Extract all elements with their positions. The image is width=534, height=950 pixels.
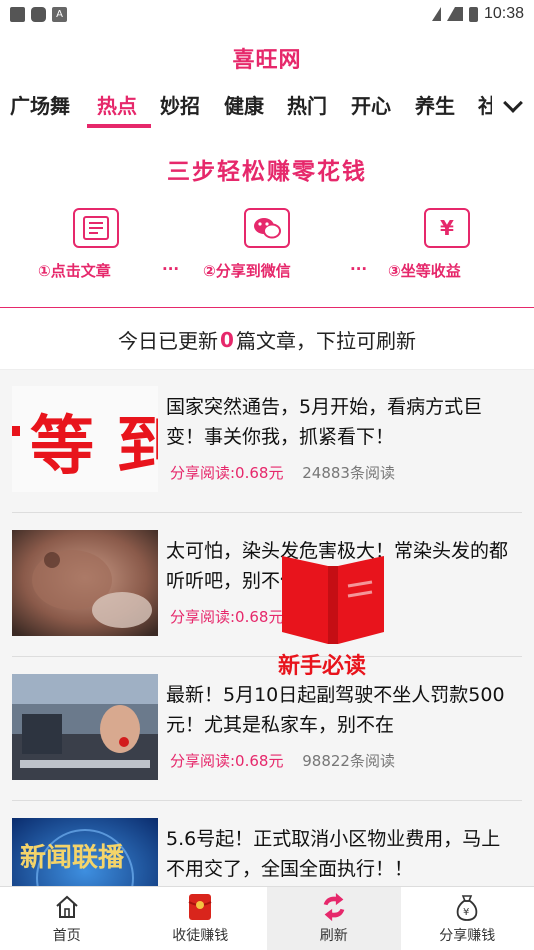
thumbnail-text: 等 到 — [30, 410, 158, 484]
divider — [12, 512, 522, 513]
nav-home[interactable]: 首页 — [0, 887, 134, 950]
article-icon — [73, 208, 119, 248]
tab-miaozhao[interactable]: 妙招 — [160, 90, 200, 119]
svg-text:¥: ¥ — [463, 907, 469, 918]
yuan-icon: ¥ — [424, 208, 470, 248]
battery-icon — [468, 6, 478, 22]
article-thumbnail — [12, 674, 158, 780]
notification-icons: A — [10, 6, 67, 22]
tab-partial[interactable]: 社 — [478, 90, 492, 119]
wifi-icon — [431, 7, 441, 21]
article-title[interactable]: 国家突然通告，5月开始，看病方式巨变！事关你我，抓紧看下！ — [166, 392, 516, 452]
article-item[interactable]: 新闻联播 5.6号起！正式取消小区物业费用，马上不用交了，全国全面执行！！ — [12, 802, 522, 886]
article-thumbnail: 新闻联播 — [12, 818, 158, 886]
article-title[interactable]: 最新！5月10日起副驾驶不坐人罚款500元！尤其是私家车，别不在 — [166, 680, 516, 740]
article-thumbnail: 等 到 — [12, 386, 158, 492]
update-notice: 今日已更新 0 篇文章，下拉可刷新 — [0, 310, 534, 370]
tab-yangsheng[interactable]: 养生 — [415, 90, 455, 119]
signal-icon — [446, 7, 463, 21]
newbie-guide-badge[interactable]: 新手必读 — [268, 548, 398, 679]
home-icon — [52, 892, 82, 922]
status-bar: A 10:38 — [0, 0, 534, 28]
app-notification-icon — [31, 6, 46, 22]
step-separator: ··· — [350, 260, 368, 278]
article-meta: 分享阅读:0.68元 98822条阅读 — [170, 750, 395, 771]
money-bag-icon: ¥ — [452, 892, 482, 922]
nav-share-earn[interactable]: ¥ 分享赚钱 — [401, 887, 534, 950]
chevron-down-icon[interactable] — [503, 93, 523, 113]
step-2-label: ②分享到微信 — [203, 262, 291, 280]
update-prefix: 今日已更新 — [118, 329, 219, 353]
divider — [12, 800, 522, 801]
nav-home-label: 首页 — [52, 928, 81, 944]
article-thumbnail — [12, 530, 158, 636]
briefcase-icon — [10, 6, 25, 22]
update-count: 0 — [220, 327, 234, 352]
divider — [12, 656, 522, 657]
newbie-guide-label: 新手必读 — [278, 654, 367, 679]
banner-title: 三步轻松赚零花钱 — [167, 159, 367, 185]
nav-refresh[interactable]: 刷新 — [267, 887, 401, 950]
earn-steps-banner[interactable]: 三步轻松赚零花钱 ¥ ①点击文章 ··· ②分享到微信 ··· ③坐等收益 — [0, 140, 534, 308]
article-title[interactable]: 5.6号起！正式取消小区物业费用，马上不用交了，全国全面执行！！ — [166, 824, 516, 884]
app-title: 喜旺网 — [232, 48, 302, 73]
share-reward: 分享阅读:0.68元 — [170, 608, 284, 626]
step-1-label: ①点击文章 — [38, 262, 111, 280]
article-feed[interactable]: 等 到 国家突然通告，5月开始，看病方式巨变！事关你我，抓紧看下！ 分享阅读:0… — [0, 370, 534, 886]
nav-refresh-label: 刷新 — [319, 928, 348, 944]
tab-kaixin[interactable]: 开心 — [351, 90, 391, 119]
step-3-label: ③坐等收益 — [388, 262, 461, 280]
article-item[interactable]: 最新！5月10日起副驾驶不坐人罚款500元！尤其是私家车，别不在 分享阅读:0.… — [12, 658, 522, 792]
a-notification-icon: A — [52, 6, 67, 22]
nav-recruit-label: 收徒赚钱 — [172, 928, 229, 944]
wechat-icon — [244, 208, 290, 248]
read-count: 98822条阅读 — [302, 752, 395, 770]
article-item[interactable]: 太可怕，染头发危害极大！常染头发的都听听吧，别不信！ 分享阅读:0.68元 阅读 — [12, 514, 522, 648]
nav-share-earn-label: 分享赚钱 — [439, 928, 496, 944]
tab-redian[interactable]: 热点 — [97, 90, 137, 119]
update-suffix: 篇文章，下拉可刷新 — [235, 329, 416, 353]
category-tabs: 广场舞 热点 妙招 健康 热门 开心 养生 社 — [0, 84, 534, 128]
book-icon — [282, 556, 384, 644]
active-tab-indicator — [87, 124, 151, 128]
refresh-icon — [319, 892, 349, 922]
step-separator: ··· — [162, 260, 180, 278]
tab-remen[interactable]: 热门 — [287, 90, 327, 119]
thumbnail-text: 新闻联播 — [20, 842, 125, 873]
status-time: 10:38 — [483, 5, 524, 22]
tab-guangchangwu[interactable]: 广场舞 — [10, 90, 70, 119]
article-meta: 分享阅读:0.68元 24883条阅读 — [170, 462, 395, 483]
red-envelope-icon — [185, 892, 215, 922]
share-reward: 分享阅读:0.68元 — [170, 464, 284, 482]
nav-recruit[interactable]: 收徒赚钱 — [134, 887, 268, 950]
tab-jiankang[interactable]: 健康 — [224, 90, 264, 119]
read-count: 24883条阅读 — [302, 464, 395, 482]
share-reward: 分享阅读:0.68元 — [170, 752, 284, 770]
article-item[interactable]: 等 到 国家突然通告，5月开始，看病方式巨变！事关你我，抓紧看下！ 分享阅读:0… — [12, 370, 522, 504]
bottom-navigation: 首页 收徒赚钱 刷新 ¥ 分享赚钱 — [0, 886, 534, 950]
